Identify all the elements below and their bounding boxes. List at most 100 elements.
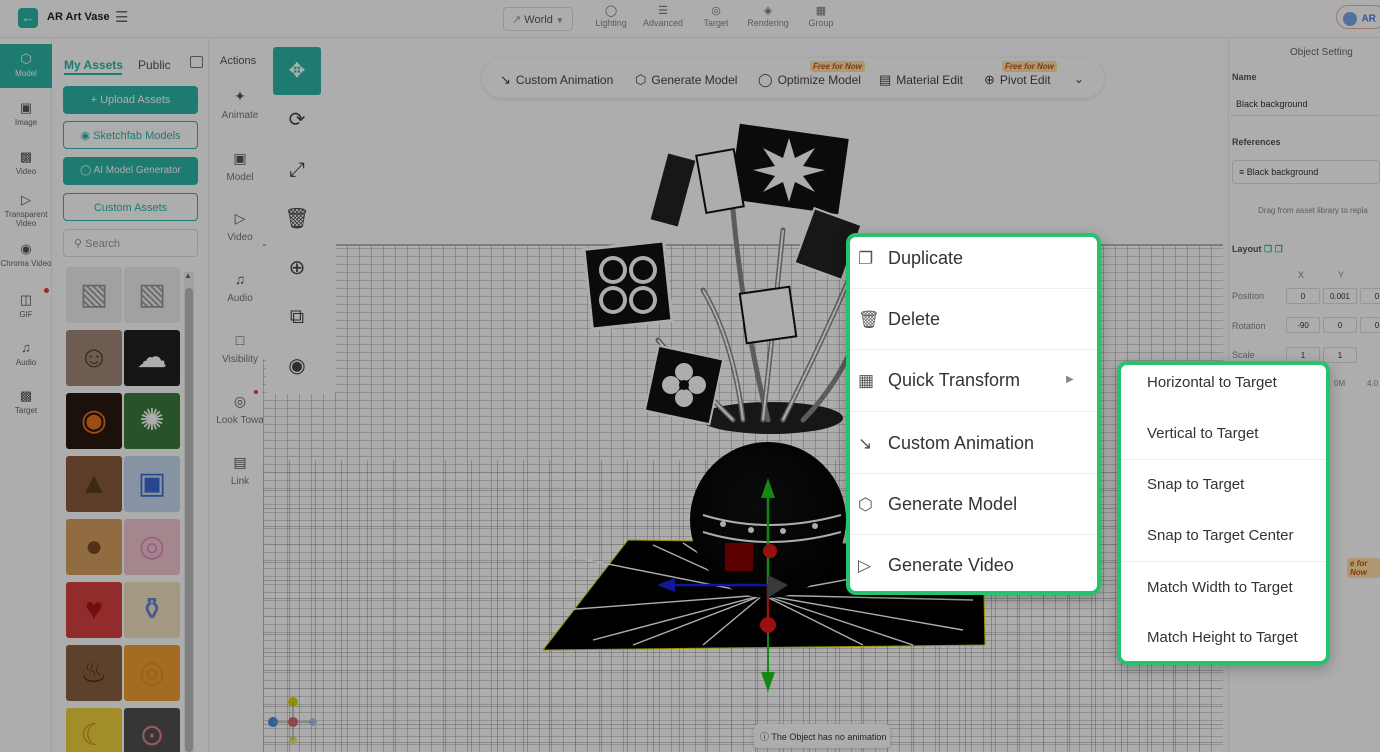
scrollbar-thumb[interactable] [185, 288, 193, 752]
submenu-vertical-to-target[interactable]: Vertical to Target [1147, 425, 1258, 442]
fit-view-icon[interactable]: ⧉ [273, 293, 321, 341]
submenu-horizontal-to-target[interactable]: Horizontal to Target [1147, 374, 1277, 391]
move-tool-icon[interactable]: ✥ [273, 47, 321, 95]
position-y-input[interactable]: 0.001 [1323, 288, 1357, 304]
asset-thumbnail[interactable]: ♨ [66, 645, 122, 701]
action-label: Link [230, 476, 250, 487]
action-animate[interactable]: ✦ Animate [212, 88, 268, 121]
sidebar-item-image[interactable]: ▣ Image [0, 100, 52, 128]
menu-divider [850, 288, 1097, 289]
scroll-up-icon[interactable]: ▲ [184, 271, 192, 280]
ai-model-generator-button[interactable]: ◯ AI Model Generator [63, 157, 198, 185]
menu-divider [850, 349, 1097, 350]
eye-icon[interactable]: ◉ [273, 342, 321, 390]
tab-advanced[interactable]: ☰ Advanced [638, 4, 688, 28]
rotation-z-input[interactable]: 0 [1360, 317, 1380, 333]
position-z-input[interactable]: 0 [1360, 288, 1380, 304]
layout-label-text: Layout [1232, 244, 1262, 254]
submenu-snap-to-target[interactable]: Snap to Target [1147, 476, 1244, 493]
sidebar-item-label: Image [14, 118, 38, 127]
sidebar-item-audio[interactable]: ♫ Audio [0, 340, 52, 368]
custom-animation-icon: ↘ [500, 72, 511, 87]
asset-thumbnail[interactable]: ◎ [124, 645, 180, 701]
active-tab-underline [64, 73, 122, 75]
submenu-match-height-to-target[interactable]: Match Height to Target [1147, 629, 1298, 646]
asset-thumbnail[interactable]: ▲ [66, 456, 122, 512]
no-animation-toast: ⓘ The Object has no animation [754, 724, 890, 748]
submenu-snap-to-target-center[interactable]: Snap to Target Center [1147, 527, 1293, 544]
asset-thumbnail[interactable]: ▧ [66, 267, 122, 323]
action-audio[interactable]: ♫ Audio [212, 271, 268, 304]
scale-y-input[interactable]: 1 [1323, 347, 1357, 363]
sidebar-item-target[interactable]: ▩ Target [0, 388, 52, 416]
position-x-input[interactable]: 0 [1286, 288, 1320, 304]
hamburger-menu-icon[interactable]: ☰ [115, 8, 128, 26]
tab-my-assets[interactable]: My Assets [64, 58, 123, 72]
tab-target[interactable]: ◎ Target [691, 4, 741, 28]
action-link[interactable]: ▤ Link [212, 454, 268, 487]
sidebar-item-chroma-video[interactable]: ◉ Chroma Video [0, 241, 52, 269]
upload-assets-button[interactable]: + Upload Assets [63, 86, 198, 114]
action-look-towards[interactable]: ◎ Look Towa [212, 393, 268, 426]
action-label: Look Towa [216, 415, 264, 426]
asset-thumbnail[interactable]: ▧ [124, 267, 180, 323]
asset-thumbnail[interactable]: ☾ [66, 708, 122, 752]
search-input[interactable]: ⚲ Search [63, 229, 198, 257]
material-edit-tool[interactable]: ▤ Material Edit [879, 72, 963, 88]
menu-item-custom-animation[interactable]: ↘ Custom Animation [858, 415, 1088, 471]
sidebar-item-model[interactable]: ⬡ Model [0, 44, 52, 88]
sketchfab-icon: ◉ [80, 130, 94, 142]
tab-rendering[interactable]: ◈ Rendering [743, 4, 793, 28]
account-badge[interactable]: AR [1336, 5, 1380, 29]
col-x-label: X [1298, 270, 1305, 280]
asset-thumbnail[interactable]: ◉ [66, 393, 122, 449]
copy-icon[interactable]: ❐ ❐ [1264, 244, 1283, 254]
menu-item-generate-video[interactable]: ▷ Generate Video [858, 537, 1088, 593]
optimize-model-tool[interactable]: ◯ Optimize Model [758, 72, 861, 88]
tab-group[interactable]: ▦ Group [796, 4, 846, 28]
rotate-tool-icon[interactable]: ⟳ [273, 96, 321, 144]
tab-lighting[interactable]: ◯ Lighting [586, 4, 636, 28]
asset-thumbnail[interactable]: ☁ [124, 330, 180, 386]
rotation-x-input[interactable]: -90 [1286, 317, 1320, 333]
asset-thumbnail[interactable]: ☺ [66, 330, 122, 386]
asset-thumbnail[interactable]: ▣ [124, 456, 180, 512]
action-video[interactable]: ▷ Video [212, 210, 268, 243]
asset-thumbnail[interactable]: ♥ [66, 582, 122, 638]
asset-thumbnail[interactable]: ⊙ [124, 708, 180, 752]
action-visibility[interactable]: □ Visibility [212, 332, 268, 365]
optimize-icon: ◯ [758, 72, 773, 87]
custom-assets-button[interactable]: Custom Assets [63, 193, 198, 221]
name-field[interactable]: Black background [1230, 94, 1380, 116]
sidebar-item-transparent-video[interactable]: ▷ Transparent Video [0, 192, 52, 229]
chroma-video-icon: ◉ [20, 241, 32, 256]
back-arrow-icon[interactable]: ← [18, 8, 38, 28]
sidebar-item-gif[interactable]: ◫ GIF [0, 292, 52, 320]
collapse-panel-icon[interactable] [190, 56, 203, 68]
menu-item-quick-transform[interactable]: ▦ Quick Transform [858, 352, 1088, 408]
reference-field[interactable]: ≡ Black background [1232, 160, 1380, 184]
asset-thumbnail[interactable]: ◎ [124, 519, 180, 575]
generate-model-tool[interactable]: ⬡ Generate Model [635, 72, 737, 88]
submenu-match-width-to-target[interactable]: Match Width to Target [1147, 579, 1293, 596]
world-space-select[interactable]: ↗ World ▼ [503, 7, 573, 31]
tab-public[interactable]: Public [138, 58, 171, 72]
action-model[interactable]: ▣ Model [212, 150, 268, 183]
layout-label: Layout ❐ ❐ [1232, 244, 1283, 255]
asset-thumbnail[interactable]: ✺ [124, 393, 180, 449]
sketchfab-models-button[interactable]: ◉ Sketchfab Models [63, 121, 198, 149]
focus-crosshair-icon[interactable]: ⊕ [273, 244, 321, 292]
pivot-edit-tool[interactable]: ⊕ Pivot Edit [984, 72, 1051, 88]
menu-item-duplicate[interactable]: ❐ Duplicate [858, 230, 1088, 286]
trash-icon[interactable]: 🗑 [273, 195, 321, 243]
sidebar-item-video[interactable]: ▩ Video [0, 149, 52, 177]
chevron-down-icon[interactable]: ⌄ [1074, 72, 1084, 86]
scale-tool-icon[interactable]: ⤢ [273, 146, 321, 194]
menu-item-generate-model[interactable]: ⬡ Generate Model [858, 476, 1088, 532]
submenu-divider [1121, 459, 1326, 460]
rotation-y-input[interactable]: 0 [1323, 317, 1357, 333]
custom-animation-tool[interactable]: ↘ Custom Animation [500, 72, 613, 88]
asset-thumbnail[interactable]: ● [66, 519, 122, 575]
asset-thumbnail[interactable]: ⚱ [124, 582, 180, 638]
menu-item-delete[interactable]: 🗑 Delete [858, 291, 1088, 347]
